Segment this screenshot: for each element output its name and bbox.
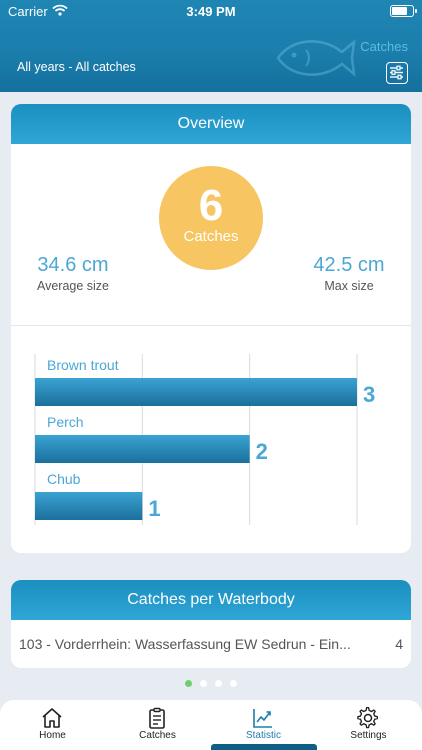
tab-home[interactable]: Home xyxy=(0,700,105,750)
bar xyxy=(35,492,143,520)
battery-icon xyxy=(390,5,417,17)
page-label: Catches xyxy=(360,39,408,54)
header: Carrier 3:49 PM Catches All years - All … xyxy=(0,0,422,92)
tab-statistic[interactable]: Statistic xyxy=(211,700,316,750)
bar-category-label: Chub xyxy=(47,471,81,487)
waterbody-card: Catches per Waterbody 103 - Vorderrhein:… xyxy=(11,580,411,668)
bar-value-label: 1 xyxy=(148,496,160,521)
bar-category-label: Brown trout xyxy=(47,357,119,373)
bar-category-label: Perch xyxy=(47,414,84,430)
tab-label: Statistic xyxy=(245,730,281,741)
total-catches-label: Catches xyxy=(183,228,239,245)
max-size-stat: 42.5 cm Max size xyxy=(307,254,391,293)
page-dot[interactable] xyxy=(200,680,207,687)
total-catches-value: 6 xyxy=(198,181,224,230)
page-dot[interactable] xyxy=(185,680,192,687)
bar-value-label: 3 xyxy=(363,382,375,407)
overview-title: Overview xyxy=(11,104,411,144)
tab-bar: Home Catches Statistic Settings xyxy=(0,700,422,750)
tab-label: Catches xyxy=(139,730,176,741)
overview-card: Overview 6 Catches 34.6 cm Average size … xyxy=(11,104,411,553)
home-icon xyxy=(42,708,62,728)
bar-value-label: 2 xyxy=(256,439,268,464)
page-dot[interactable] xyxy=(215,680,222,687)
total-catches-badge: 6 Catches xyxy=(159,166,263,270)
page-indicator xyxy=(0,680,422,688)
average-size-stat: 34.6 cm Average size xyxy=(33,254,113,293)
waterbody-title: Catches per Waterbody xyxy=(11,580,411,620)
divider xyxy=(11,325,411,326)
species-bar-chart: Brown trout 3 Perch 2 Chub 1 xyxy=(34,354,375,525)
bar xyxy=(35,435,250,463)
tab-label: Home xyxy=(39,730,66,741)
waterbody-count: 4 xyxy=(395,636,403,652)
max-size-label: Max size xyxy=(324,279,374,293)
tab-label: Settings xyxy=(350,730,387,741)
sliders-icon xyxy=(390,65,403,80)
chart-icon xyxy=(253,709,272,728)
page-dot[interactable] xyxy=(230,680,237,687)
tab-settings[interactable]: Settings xyxy=(316,700,421,750)
filter-label[interactable]: All years - All catches xyxy=(17,60,136,74)
average-size-label: Average size xyxy=(36,279,110,293)
tab-catches[interactable]: Catches xyxy=(105,700,210,750)
clipboard-icon xyxy=(149,707,165,729)
waterbody-name: 103 - Vorderrhein: Wasserfassung EW Sedr… xyxy=(19,636,351,652)
fish-icon xyxy=(276,39,356,77)
max-size-value: 42.5 cm xyxy=(313,254,385,276)
gear-icon xyxy=(357,706,378,729)
waterbody-row[interactable]: 103 - Vorderrhein: Wasserfassung EW Sedr… xyxy=(11,620,411,668)
status-bar: Carrier 3:49 PM xyxy=(0,0,422,22)
active-tab-indicator xyxy=(211,744,317,750)
clock: 3:49 PM xyxy=(186,4,236,19)
filter-button[interactable] xyxy=(386,62,408,84)
bar xyxy=(35,378,357,406)
average-size-value: 34.6 cm xyxy=(37,254,109,276)
